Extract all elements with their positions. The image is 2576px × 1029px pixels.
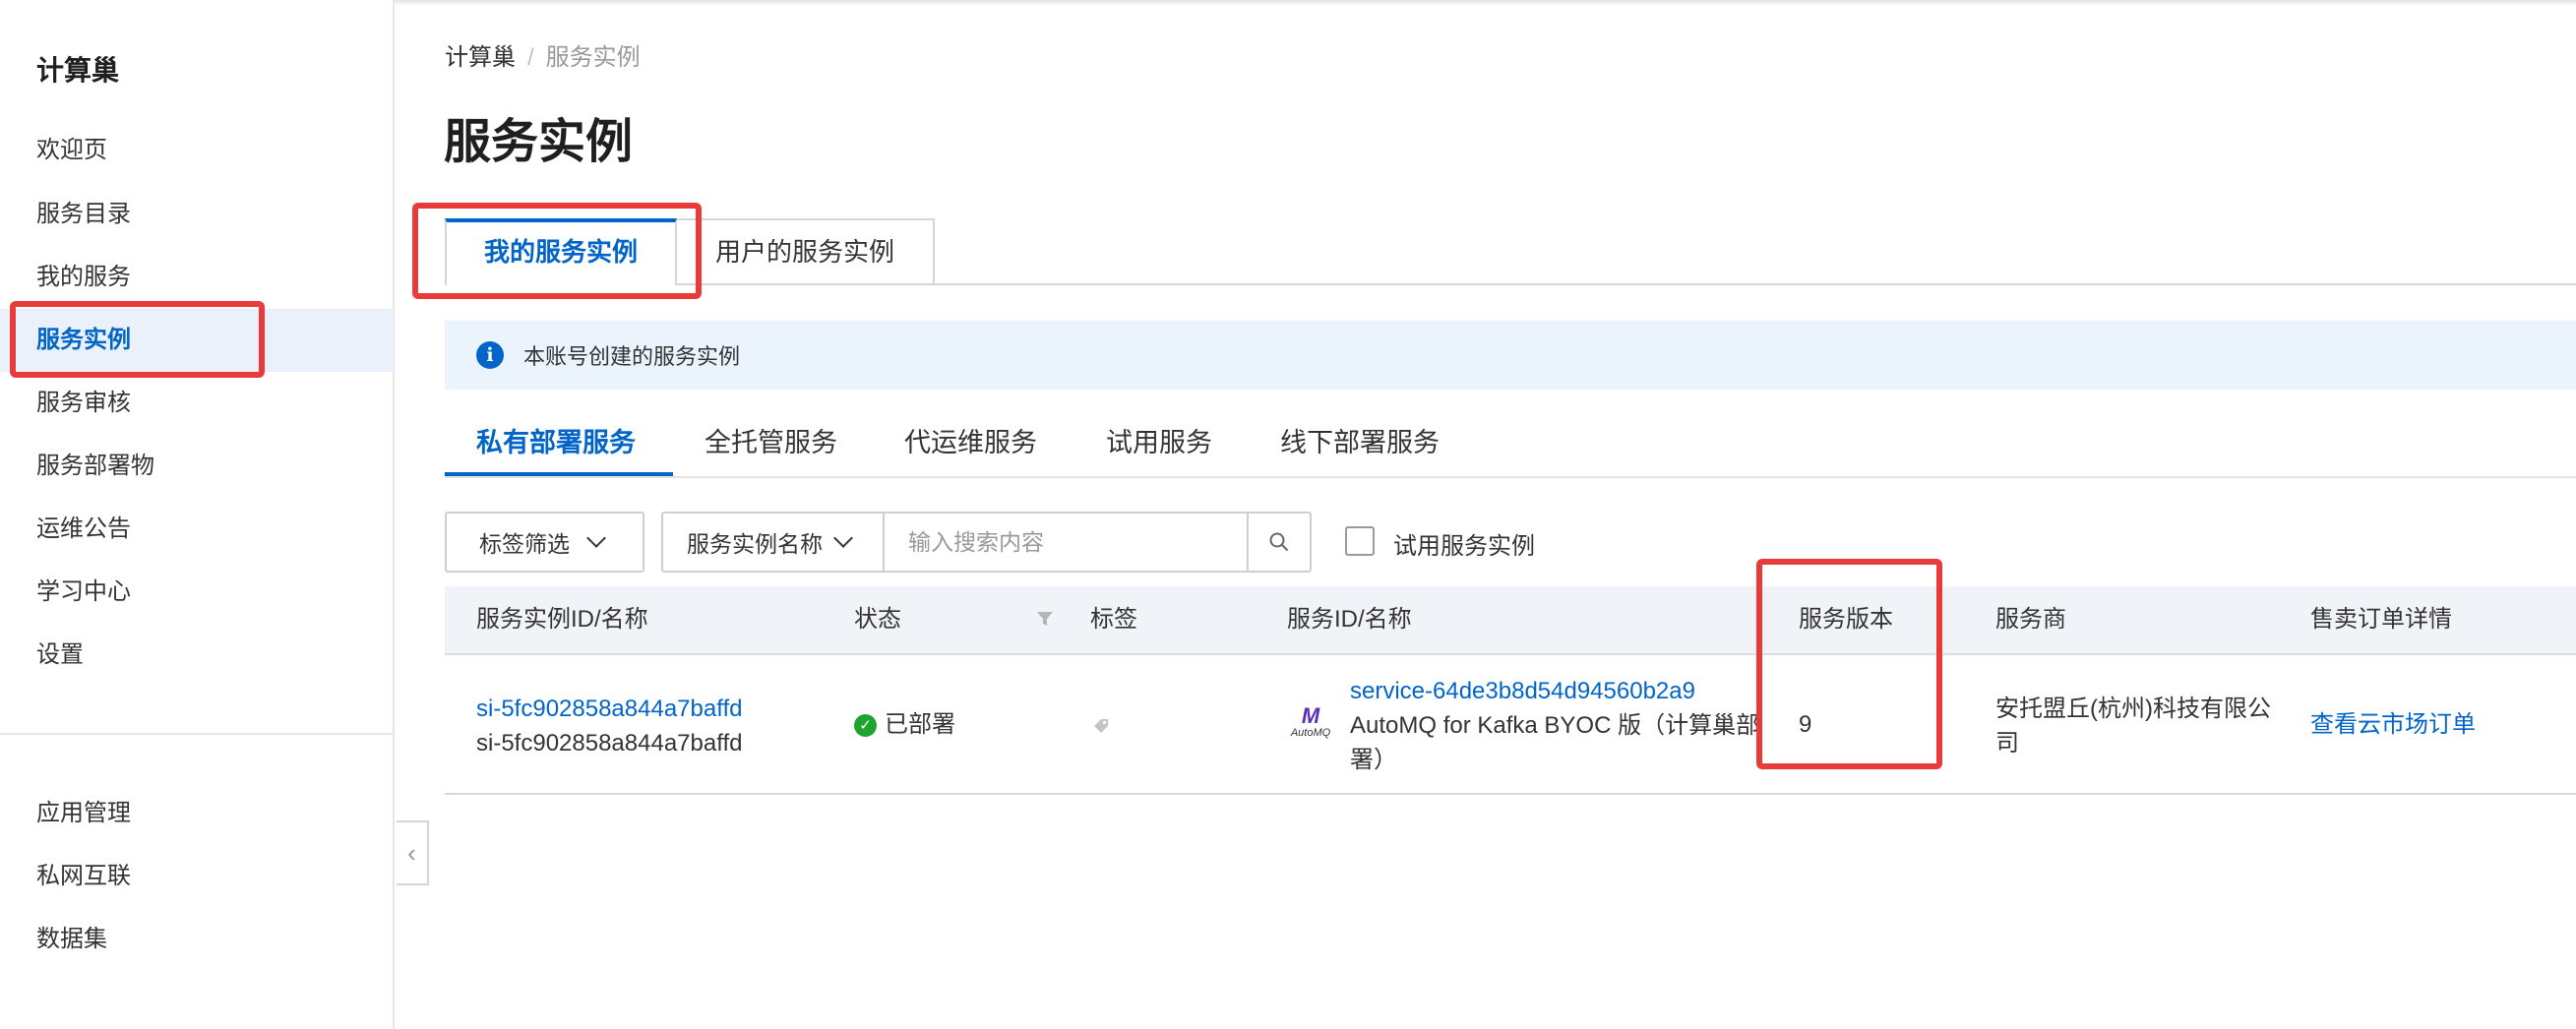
sidebar-collapse-button[interactable]: ‹ bbox=[397, 820, 429, 885]
instance-name: si-5fc902858a844a7baffd bbox=[476, 730, 743, 757]
breadcrumb-root[interactable]: 计算巢 bbox=[445, 44, 516, 71]
column-instance-id: 服务实例ID/名称 bbox=[476, 606, 648, 633]
search-field-select[interactable]: 服务实例名称 bbox=[663, 514, 885, 571]
sidebar-item-private-network[interactable]: 私网互联 bbox=[0, 845, 394, 908]
tag-filter-label: 标签筛选 bbox=[479, 531, 570, 557]
info-notice: i 本账号创建的服务实例 bbox=[445, 321, 2576, 390]
breadcrumb-separator: / bbox=[527, 44, 534, 71]
highlight-my-service-instances-tab bbox=[412, 203, 702, 299]
chevron-down-icon bbox=[833, 528, 853, 548]
view-market-order-link[interactable]: 查看云市场订单 bbox=[2310, 707, 2476, 742]
instance-cell: si-5fc902858a844a7baffd si-5fc902858a844… bbox=[476, 692, 742, 760]
tab-user-service-instances[interactable]: 用户的服务实例 bbox=[677, 218, 935, 285]
breadcrumb: 计算巢 / 服务实例 bbox=[445, 37, 641, 72]
tab-bar-border bbox=[935, 283, 2576, 285]
chevron-down-icon bbox=[586, 528, 606, 548]
tag-filter-dropdown[interactable]: 标签筛选 bbox=[445, 512, 644, 573]
sidebar-item-app-management[interactable]: 应用管理 bbox=[0, 782, 394, 845]
subtab-private-deployment[interactable]: 私有部署服务 bbox=[476, 423, 636, 474]
notice-text: 本账号创建的服务实例 bbox=[523, 344, 741, 369]
column-service-id: 服务ID/名称 bbox=[1287, 606, 1412, 633]
sidebar-item-datasets[interactable]: 数据集 bbox=[0, 908, 394, 971]
sidebar-item-learning-center[interactable]: 学习中心 bbox=[0, 561, 394, 624]
breadcrumb-current: 服务实例 bbox=[545, 44, 641, 71]
service-cell: service-64de3b8d54d94560b2a9 AutoMQ for … bbox=[1350, 674, 1759, 777]
service-id-link[interactable]: service-64de3b8d54d94560b2a9 bbox=[1350, 674, 1759, 708]
sidebar-item-settings[interactable]: 设置 bbox=[0, 624, 394, 687]
search-icon bbox=[1269, 532, 1289, 552]
sidebar-divider bbox=[0, 733, 394, 735]
info-icon: i bbox=[476, 341, 504, 369]
provider-cell: 安托盟丘(杭州)科技有限公 司 bbox=[1995, 692, 2271, 760]
search-group: 服务实例名称 bbox=[661, 512, 1312, 573]
chevron-left-icon: ‹ bbox=[407, 837, 416, 868]
filter-icon[interactable] bbox=[1036, 610, 1054, 628]
service-name-line1: AutoMQ for Kafka BYOC 版（计算巢部 bbox=[1350, 712, 1760, 739]
status-text: 已部署 bbox=[885, 711, 955, 738]
highlight-service-version-column bbox=[1756, 559, 1942, 769]
provider-line2: 司 bbox=[1995, 730, 2019, 757]
trial-instance-checkbox[interactable] bbox=[1345, 526, 1375, 556]
sidebar-title: 计算巢 bbox=[36, 55, 120, 86]
subtab-managed-ops[interactable]: 代运维服务 bbox=[904, 423, 1037, 474]
subtab-bar-border bbox=[445, 476, 2576, 478]
instance-id-link[interactable]: si-5fc902858a844a7baffd bbox=[476, 692, 742, 726]
provider-line1: 安托盟丘(杭州)科技有限公 bbox=[1995, 696, 2271, 722]
status-cell: ✓ 已部署 bbox=[854, 707, 955, 742]
subtab-fully-managed[interactable]: 全托管服务 bbox=[705, 423, 837, 474]
sidebar-item-my-services[interactable]: 我的服务 bbox=[0, 246, 394, 309]
sidebar-item-ops-announcements[interactable]: 运维公告 bbox=[0, 498, 394, 561]
sidebar: 计算巢 欢迎页 服务目录 我的服务 服务实例 服务审核 服务部署物 运维公告 学… bbox=[0, 0, 395, 1029]
trial-instance-label[interactable]: 试用服务实例 bbox=[1393, 526, 1535, 561]
subtab-offline-deployment[interactable]: 线下部署服务 bbox=[1280, 423, 1440, 474]
sidebar-item-service-review[interactable]: 服务审核 bbox=[0, 372, 394, 435]
sidebar-item-service-catalog[interactable]: 服务目录 bbox=[0, 183, 394, 246]
subtab-trial[interactable]: 试用服务 bbox=[1106, 423, 1212, 474]
table-row-border bbox=[445, 793, 2576, 795]
sidebar-item-deployment-artifacts[interactable]: 服务部署物 bbox=[0, 435, 394, 498]
search-input[interactable] bbox=[885, 514, 1247, 571]
column-order-details: 售卖订单详情 bbox=[2310, 606, 2452, 633]
check-circle-icon: ✓ bbox=[854, 714, 877, 738]
tag-edit-icon[interactable] bbox=[1091, 716, 1111, 736]
table-header: 服务实例ID/名称 状态 标签 服务ID/名称 服务版本 服务商 售卖订单详情 bbox=[445, 586, 2576, 655]
page-title: 服务实例 bbox=[444, 116, 634, 168]
automq-logo: M AutoMQ bbox=[1290, 703, 1331, 740]
column-status: 状态 bbox=[854, 606, 901, 633]
highlight-sidebar-service-instances bbox=[10, 301, 265, 378]
search-button[interactable] bbox=[1247, 514, 1310, 571]
service-name-line2: 署） bbox=[1350, 747, 1397, 773]
column-provider: 服务商 bbox=[1995, 606, 2066, 633]
column-tags: 标签 bbox=[1090, 606, 1137, 633]
sidebar-item-welcome[interactable]: 欢迎页 bbox=[0, 119, 394, 182]
search-field-label: 服务实例名称 bbox=[687, 531, 823, 557]
